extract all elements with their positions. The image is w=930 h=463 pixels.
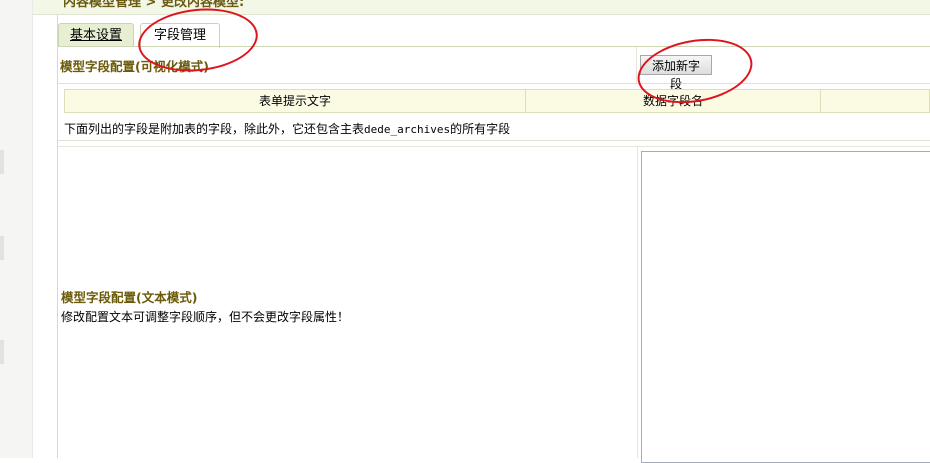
gutter-marker [0, 150, 4, 174]
left-divider [32, 0, 33, 458]
tab-basic-settings[interactable]: 基本设置 [58, 23, 134, 47]
text-mode-label-block: 模型字段配置(文本模式) 修改配置文本可调整字段顺序，但不会更改字段属性！ [61, 287, 349, 325]
tab-field-management[interactable]: 字段管理 [140, 23, 220, 48]
visual-mode-row: 模型字段配置(可视化模式) 添加新字段 [58, 47, 930, 91]
field-table-note: 下面列出的字段是附加表的字段，除此外，它还包含主表dede_archives的所… [64, 120, 510, 137]
gutter-marker [0, 236, 4, 260]
column-header-field-name: 数据字段名 [526, 90, 821, 112]
field-table-note-row: 下面列出的字段是附加表的字段，除此外，它还包含主表dede_archives的所… [58, 114, 930, 141]
tab-field-management-label: 字段管理 [153, 28, 206, 43]
text-mode-title: 模型字段配置(文本模式) [61, 290, 198, 305]
visual-mode-title: 模型字段配置(可视化模式) [60, 59, 209, 74]
tab-basic-settings-label: 基本设置 [69, 28, 122, 43]
config-textarea[interactable] [641, 151, 930, 463]
note-table-name: dede_archives [364, 123, 451, 136]
gutter-marker [0, 340, 4, 364]
note-suffix: 的所有字段 [450, 122, 511, 136]
text-mode-divider [637, 147, 638, 458]
note-prefix: 下面列出的字段是附加表的字段，除此外，它还包含主表 [64, 122, 365, 136]
add-field-button[interactable]: 添加新字段 [640, 55, 712, 91]
page-header: 内容模型管理 > 更改内容模型: [33, 0, 930, 15]
breadcrumb: 内容模型管理 > 更改内容模型: [63, 0, 245, 10]
column-header-form-label: 表单提示文字 [65, 90, 526, 112]
column-header-extra [821, 90, 930, 112]
text-mode-description: 修改配置文本可调整字段顺序，但不会更改字段属性！ [61, 310, 350, 324]
tab-bar: 基本设置 字段管理 [58, 14, 930, 48]
row-divider [636, 47, 637, 83]
section-separator [58, 146, 930, 147]
left-panel-gutter [0, 0, 32, 458]
field-table-header: 表单提示文字 数据字段名 [64, 89, 930, 113]
